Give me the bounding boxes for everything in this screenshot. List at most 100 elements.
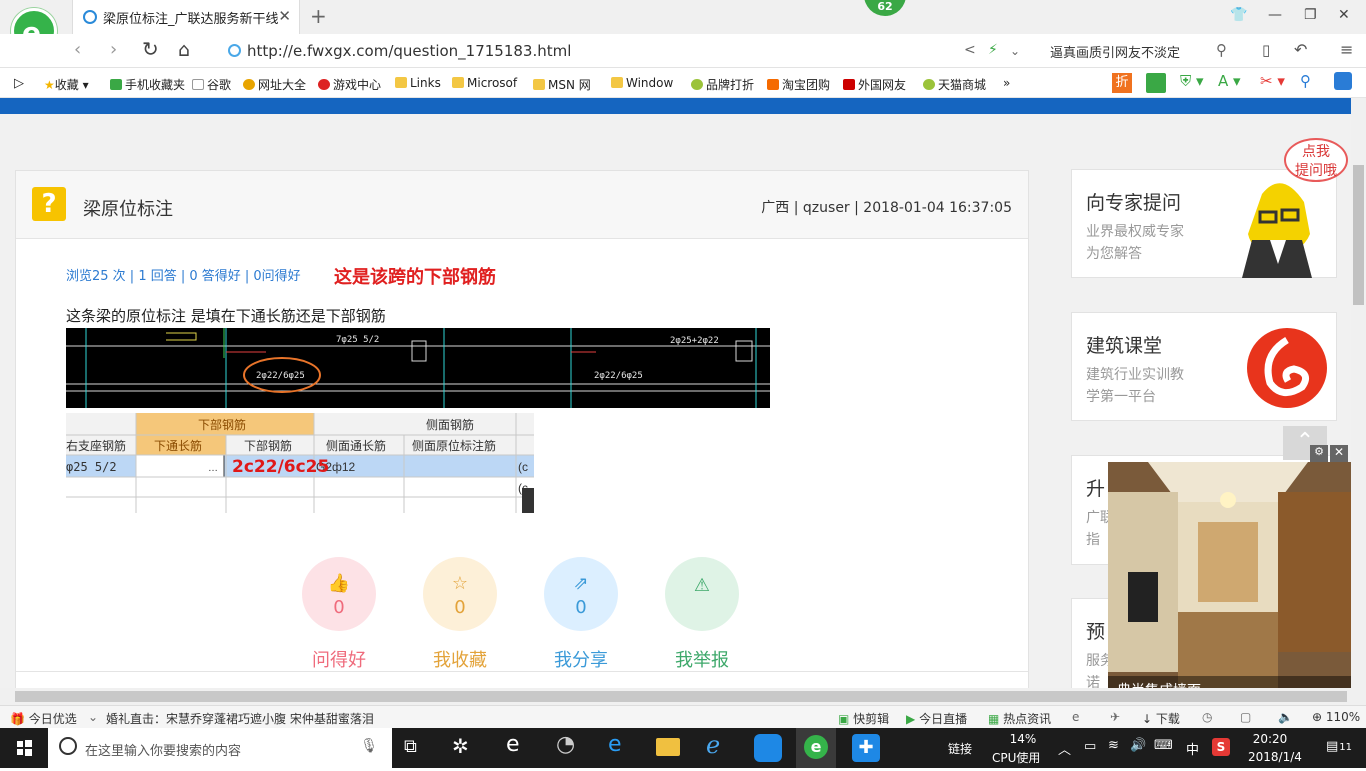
- bookmark-item[interactable]: 手机收藏夹: [110, 76, 185, 93]
- translate-icon[interactable]: A ▾: [1218, 72, 1241, 90]
- speed-icon[interactable]: ⚡: [988, 42, 998, 58]
- bookmark-item[interactable]: 品牌打折: [691, 76, 754, 93]
- bookmark-folder[interactable]: MSN 网: [533, 76, 591, 93]
- start-button[interactable]: [0, 728, 48, 768]
- pin-icon[interactable]: ✈: [1110, 710, 1120, 724]
- search-input[interactable]: 逼真画质引网友不淡定: [1050, 42, 1180, 61]
- bookmark-item[interactable]: 天猫商城: [923, 76, 986, 93]
- battery-icon[interactable]: ▭: [1084, 739, 1096, 754]
- ask-bubble[interactable]: 点我 提问哦: [1284, 138, 1348, 182]
- shield-icon[interactable]: ⛨ ▾: [1180, 72, 1204, 90]
- clock-time[interactable]: 20:20: [1248, 732, 1292, 746]
- fan-app-icon[interactable]: ✲: [452, 734, 480, 762]
- chevron-up-icon[interactable]: ︿: [1058, 739, 1071, 758]
- clock-date[interactable]: 2018/1/4: [1248, 750, 1302, 764]
- magnifier-icon[interactable]: ⚲: [1300, 72, 1311, 90]
- notification-badge[interactable]: 62: [864, 0, 906, 16]
- share-button[interactable]: ⇗ 0 我分享: [544, 557, 618, 672]
- bookmark-item[interactable]: 淘宝团购: [767, 76, 830, 93]
- bookmark-favorites[interactable]: ★收藏 ▾: [44, 76, 89, 93]
- question-stats[interactable]: 浏览25 次 | 1 回答 | 0 答得好 | 0问得好: [66, 265, 301, 284]
- notification-icon[interactable]: ▤11: [1326, 739, 1352, 754]
- status-download[interactable]: ↓ 下载: [1142, 710, 1180, 727]
- undo-icon[interactable]: ↶: [1294, 40, 1307, 59]
- close-window-icon[interactable]: ✕: [1338, 7, 1350, 23]
- ad-close-icon[interactable]: ✕: [1330, 445, 1348, 462]
- chevron-down-icon[interactable]: ⌄: [1010, 44, 1020, 58]
- ad-settings-icon[interactable]: ⚙: [1310, 445, 1328, 462]
- back-icon[interactable]: ‹: [74, 39, 81, 60]
- vertical-scroll-thumb[interactable]: [1353, 165, 1364, 305]
- wifi-icon[interactable]: ≋: [1108, 738, 1119, 753]
- refresh-icon[interactable]: ↻: [142, 37, 159, 61]
- reader-icon[interactable]: [1146, 73, 1166, 93]
- course-box[interactable]: 建筑课堂 建筑行业实训教 学第一平台: [1071, 312, 1337, 421]
- restore-icon[interactable]: ❐: [1304, 7, 1317, 23]
- forward-icon[interactable]: ›: [110, 39, 117, 60]
- microphone-icon[interactable]: 🎙: [360, 738, 378, 754]
- ie-icon[interactable]: ℯ: [706, 731, 734, 759]
- bookmark-folder[interactable]: Links: [395, 76, 441, 90]
- search-icon[interactable]: ⚲: [1216, 41, 1227, 59]
- status-news[interactable]: ▦ 热点资讯: [988, 710, 1051, 727]
- window-icon[interactable]: ▢: [1240, 710, 1251, 724]
- sogou-icon[interactable]: S: [1212, 738, 1230, 756]
- question-title: 梁原位标注: [83, 199, 173, 220]
- bookmark-item[interactable]: 谷歌: [192, 76, 231, 93]
- home-icon[interactable]: ⌂: [178, 39, 190, 61]
- ime-indicator[interactable]: 中: [1186, 739, 1199, 758]
- discount-icon[interactable]: 折: [1112, 73, 1132, 93]
- ask-expert-box[interactable]: 向专家提问 业界最权威专家 为您解答: [1071, 169, 1337, 278]
- sidebar-toggle-icon[interactable]: ▷: [14, 76, 24, 91]
- clock-icon[interactable]: ◷: [1202, 710, 1212, 724]
- edge-icon[interactable]: e: [608, 732, 636, 760]
- status-quick-edit[interactable]: ▣ 快剪辑: [838, 710, 889, 727]
- bookmark-item[interactable]: 网址大全: [243, 76, 306, 93]
- browser-icon[interactable]: e: [506, 732, 534, 760]
- report-button[interactable]: ⚠ 我举报: [665, 557, 739, 672]
- zoom-level[interactable]: ⊕ 110%: [1312, 710, 1360, 724]
- skin-icon[interactable]: 👕: [1230, 7, 1247, 23]
- app-blue-icon[interactable]: [754, 734, 782, 762]
- browser-tab[interactable]: 梁原位标注_广联达服务新干线 ✕: [72, 0, 300, 34]
- taskbar-search[interactable]: 在这里输入你要搜索的内容 🎙: [48, 728, 392, 768]
- favorite-button[interactable]: ☆ 0 我收藏: [423, 557, 497, 672]
- ad-popup-image[interactable]: [1108, 462, 1351, 702]
- keyboard-icon[interactable]: ⌨: [1154, 738, 1173, 753]
- volume-icon[interactable]: 🔊: [1130, 738, 1146, 753]
- apps-icon[interactable]: [1334, 72, 1352, 90]
- secure-icon: [228, 44, 241, 57]
- bookmark-folder[interactable]: Window: [611, 76, 673, 90]
- speaker-icon[interactable]: 🔈: [1278, 710, 1293, 724]
- close-tab-icon[interactable]: ✕: [278, 7, 291, 25]
- question-card: ? 梁原位标注 广西 | qzuser | 2018-01-04 16:37:0…: [15, 170, 1029, 688]
- cpu-meter[interactable]: 14%: [1004, 732, 1042, 746]
- phone-icon[interactable]: ▯: [1262, 41, 1270, 59]
- active-browser-tab[interactable]: e: [796, 728, 836, 768]
- minimize-icon[interactable]: —: [1268, 7, 1282, 23]
- status-live[interactable]: ▶ 今日直播: [906, 710, 967, 727]
- share-icon[interactable]: <: [964, 42, 976, 58]
- more-bookmarks-icon[interactable]: »: [1003, 76, 1010, 90]
- chevron-down-icon[interactable]: ⌄: [88, 710, 98, 724]
- new-tab-button[interactable]: +: [310, 4, 327, 28]
- bookmark-folder[interactable]: Microsof: [452, 76, 517, 90]
- tab-title: 梁原位标注_广联达服务新干线: [103, 12, 279, 27]
- ie-icon[interactable]: e: [1072, 710, 1079, 724]
- mascot-icon: [1242, 183, 1312, 278]
- url-field[interactable]: http://e.fwxgx.com/question_1715183.html: [228, 42, 571, 60]
- links-toolbar[interactable]: 链接: [948, 740, 972, 757]
- file-explorer-icon[interactable]: [656, 738, 680, 756]
- bookmark-item[interactable]: 游戏中心: [318, 76, 381, 93]
- good-question-button[interactable]: 👍 0 问得好: [302, 557, 376, 672]
- news-ticker[interactable]: 婚礼直击：宋慧乔穿蓬裙巧遮小腹 宋仲基甜蜜落泪: [106, 710, 374, 727]
- scissors-icon[interactable]: ✂ ▾: [1260, 72, 1285, 90]
- app-icon[interactable]: ◔: [556, 732, 584, 760]
- teamviewer-icon[interactable]: ✚: [852, 734, 880, 762]
- bookmark-item[interactable]: 外国网友: [843, 76, 906, 93]
- horizontal-scroll-thumb[interactable]: [15, 691, 1347, 702]
- task-view-icon[interactable]: ⧉: [404, 736, 432, 764]
- gift-icon[interactable]: 🎁 今日优选: [10, 710, 77, 727]
- menu-icon[interactable]: ≡: [1340, 40, 1353, 59]
- table-col-header: 下通长筋: [154, 438, 202, 453]
